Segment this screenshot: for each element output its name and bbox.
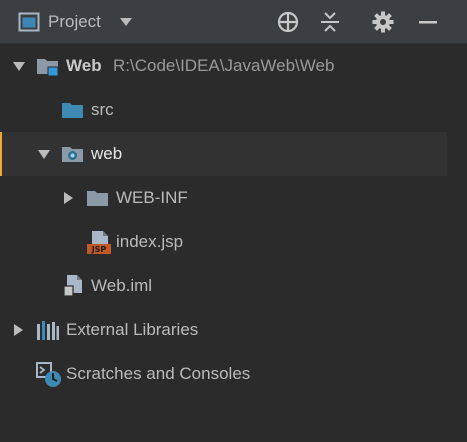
- tree-node-web-module[interactable]: Web R:\Code\IDEA\JavaWeb\Web: [0, 44, 467, 88]
- tree-node-label: External Libraries: [66, 320, 199, 339]
- crosshair-icon[interactable]: [276, 10, 300, 34]
- expanded-arrow-icon[interactable]: [12, 59, 26, 73]
- tree-node-web-folder[interactable]: web: [0, 132, 447, 176]
- jsp-badge-text: JSP: [91, 245, 107, 254]
- collapsed-arrow-icon[interactable]: [61, 191, 75, 205]
- folder-icon: [87, 191, 108, 206]
- module-path: R:\Code\IDEA\JavaWeb\Web: [113, 56, 335, 75]
- tree-node-label: src: [91, 100, 114, 119]
- tree-node-src[interactable]: src: [0, 88, 467, 132]
- libraries-icon: [37, 321, 59, 340]
- tree-node-scratches-and-consoles[interactable]: Scratches and Consoles: [0, 352, 467, 396]
- project-header-toolbar: Project: [0, 0, 467, 44]
- chevron-down-icon[interactable]: [118, 14, 134, 30]
- expanded-arrow-icon[interactable]: [37, 147, 51, 161]
- gear-icon[interactable]: [371, 10, 395, 34]
- tree-node-index-jsp[interactable]: JSP index.jsp: [0, 220, 467, 264]
- collapse-all-icon[interactable]: [318, 10, 342, 34]
- tree-node-label: web: [91, 144, 123, 163]
- source-folder-icon: [62, 103, 83, 118]
- tree-node-label: index.jsp: [116, 232, 184, 251]
- project-view-icon[interactable]: [18, 11, 40, 33]
- tree-node-web-inf[interactable]: WEB-INF: [0, 176, 467, 220]
- tree-node-label: Scratches and Consoles: [66, 364, 251, 383]
- project-view-title[interactable]: Project: [48, 10, 101, 34]
- minimize-icon[interactable]: [416, 10, 440, 34]
- web-resource-folder-icon: [62, 147, 83, 162]
- iml-file-icon: [63, 275, 82, 297]
- collapsed-arrow-icon[interactable]: [11, 323, 25, 337]
- project-tool-window: Project Web R:\Code\IDEA\JavaWeb\Web src…: [0, 0, 467, 442]
- scratches-icon: [36, 362, 61, 387]
- tree-node-label: Web: [66, 56, 102, 75]
- tree-node-label: WEB-INF: [116, 188, 188, 207]
- jsp-file-icon: JSP: [87, 231, 111, 254]
- tree-node-web-iml[interactable]: Web.iml: [0, 264, 467, 308]
- tree-node-label: Web.iml: [91, 276, 153, 295]
- module-folder-icon: [37, 59, 59, 77]
- tree-node-external-libraries[interactable]: External Libraries: [0, 308, 467, 352]
